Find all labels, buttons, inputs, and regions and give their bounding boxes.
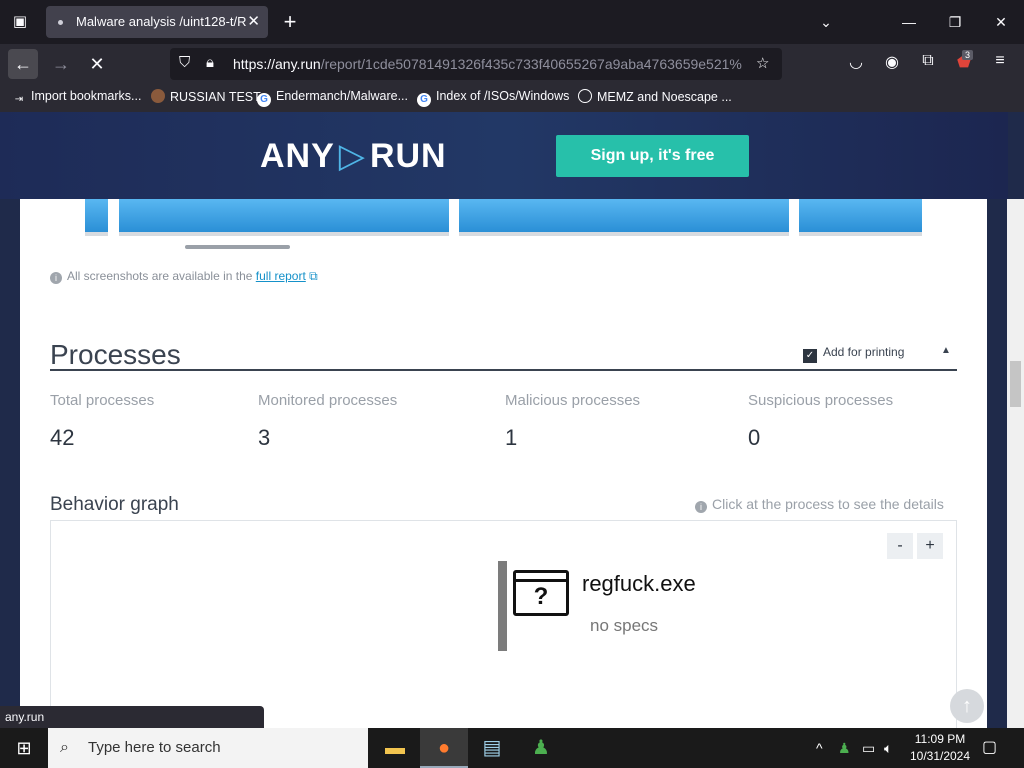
signup-button[interactable]: Sign up, it's free [556,135,749,177]
full-report-link[interactable]: full report [256,269,306,283]
url-text[interactable]: https://any.run/report/1cde50781491326f4… [233,48,748,80]
windows-taskbar: ⊞ ⌕ Type here to search ▬ ● ▤ ♟ ^ ♟ ▭ 🔈︎… [0,728,1024,768]
collapse-caret-icon[interactable]: ▲ [941,345,951,356]
tab-close-icon[interactable]: ✕ [247,6,260,38]
forward-button[interactable]: → [46,49,76,79]
bookmark-isos[interactable]: G Index of /ISOs/Windows [417,89,569,107]
clock-time: 11:09 PM [914,732,966,746]
favicon-icon [151,89,165,103]
screenshot-thumb[interactable] [85,199,108,236]
bookmarks-toolbar: ⇥ Import bookmarks... RUSSIAN TEST G Ender… [0,84,1024,112]
page-scrollbar[interactable] [1007,199,1024,728]
tray-user-icon[interactable]: ♟ [838,728,851,768]
scroll-to-top-button[interactable]: ↑ [950,689,984,723]
external-link-icon[interactable]: ⧉ [309,269,318,283]
menu-icon[interactable]: ≡ [988,52,1012,70]
tray-chevron-icon[interactable]: ^ [816,728,823,768]
google-icon: G [417,93,431,107]
scrollbar-thumb[interactable] [1010,361,1021,407]
stat-monitored-value: 3 [258,425,271,450]
stat-malicious-value: 1 [505,425,518,450]
info-icon: i [695,501,707,513]
extension-badge: 3 [962,50,974,60]
back-button[interactable]: ← [8,49,38,79]
stat-total-label: Total processes [50,392,155,409]
search-icon: ⌕ [60,739,69,756]
app-window-icon[interactable]: ▤ [468,728,516,768]
screenshot-thumb[interactable] [799,199,922,236]
checkbox-checked-icon[interactable]: ✓ [803,349,817,363]
network-icon[interactable]: ▭ [862,728,875,768]
processes-title: Processes [50,339,181,370]
bookmark-import[interactable]: ⇥ Import bookmarks... [12,89,142,107]
process-node-bar [498,561,507,651]
screenshots-info: i All screenshots are available in the fu… [50,269,318,284]
shield-icon[interactable]: ⛉ [179,54,190,71]
globe-icon [578,89,592,103]
bookmark-endermanch[interactable]: G Endermanch/Malware... [257,89,408,107]
browser-tab-active[interactable]: Malware analysis /uint128-t/REGFUCK.exe … [46,6,268,38]
close-window-button[interactable]: ✕ [989,10,1013,34]
screenshot-thumb[interactable] [119,199,449,236]
info-icon: i [50,272,62,284]
google-icon: G [257,93,271,107]
process-node-specs: no specs [590,616,659,635]
unknown-process-icon[interactable]: ? [513,570,569,616]
file-explorer-icon[interactable]: ▬ [371,728,419,768]
add-for-printing-checkbox[interactable]: ✓ Add for printing [803,345,904,363]
system-clock[interactable]: 11:09 PM 10/31/2024 [905,731,975,765]
minimize-button[interactable]: — [897,10,921,34]
windows-start-icon[interactable]: ⊞ [0,728,48,768]
tab-overflow-chevron-icon[interactable]: ⌄ [814,10,838,34]
stop-loading-button[interactable]: ✕ [82,49,112,79]
restore-button[interactable]: ❐ [943,10,967,34]
bookmark-memz[interactable]: MEMZ and Noescape ... [578,89,732,104]
import-icon: ⇥ [14,94,24,105]
new-tab-button[interactable]: + [280,10,300,34]
lock-icon[interactable]: 🔒︎ [206,54,214,71]
clock-date: 10/31/2024 [909,749,971,763]
stat-monitored-label: Monitored processes [258,392,398,409]
status-link-preview: any.run [0,706,264,728]
volume-icon[interactable]: 🔈︎ [884,728,892,768]
stat-total-value: 42 [50,425,75,450]
zoom-out-button[interactable]: - [887,533,913,559]
navigation-toolbar: ← → ✕ ⛉ 🔒︎ https://any.run/report/1cde50… [0,44,1024,84]
screenshots-strip[interactable] [85,199,942,249]
web-page: ANY ▷ RUN Sign up, it's free i All screensh… [0,112,1024,728]
bookmark-russian-test[interactable]: RUSSIAN TEST [151,89,261,104]
question-mark-icon: ? [533,583,549,610]
stat-suspicious-value: 0 [748,425,761,450]
screenshots-scrollbar[interactable] [185,245,290,249]
taskbar-search-box[interactable]: ⌕ Type here to search [48,728,368,768]
users-app-icon[interactable]: ♟ [517,728,565,768]
behavior-graph-title: Behavior graph [50,494,179,515]
anyrun-logo[interactable]: ANY ▷ RUN [260,136,447,176]
extensions-icon[interactable]: ⧉ [916,52,940,70]
window-titlebar [516,573,566,582]
play-icon: ▷ [338,137,366,175]
account-icon[interactable]: ◉ [880,52,904,72]
behavior-graph-hint: i Click at the process to see the details [695,496,944,513]
search-placeholder: Type here to search [88,739,221,756]
bookmark-star-icon[interactable]: ☆ [756,54,769,72]
divider [50,369,957,371]
stat-suspicious-label: Suspicious processes [748,392,894,409]
notifications-icon[interactable]: ▢ [982,728,997,768]
tab-title: Malware analysis /uint128-t/REGFUCK.exe [76,14,246,29]
process-node-name[interactable]: regfuck.exe [582,571,696,597]
behavior-graph-canvas[interactable]: - + ? regfuck.exe no specs [50,520,957,728]
browser-tab-bar: ▣ Malware analysis /uint128-t/REGFUCK.ex… [0,0,1024,44]
pocket-icon[interactable]: ◡ [844,52,868,72]
tab-list-icon[interactable]: ▣ [8,10,32,34]
firefox-icon[interactable]: ● [420,728,468,768]
zoom-in-button[interactable]: + [917,533,943,559]
stat-malicious-label: Malicious processes [505,392,641,409]
anyrun-banner: ANY ▷ RUN Sign up, it's free [0,112,1008,199]
tab-loading-icon [58,20,63,25]
report-content: i All screenshots are available in the fu… [20,199,987,728]
url-bar[interactable]: ⛉ 🔒︎ https://any.run/report/1cde50781491… [170,48,782,80]
screenshot-thumb[interactable] [459,199,789,236]
